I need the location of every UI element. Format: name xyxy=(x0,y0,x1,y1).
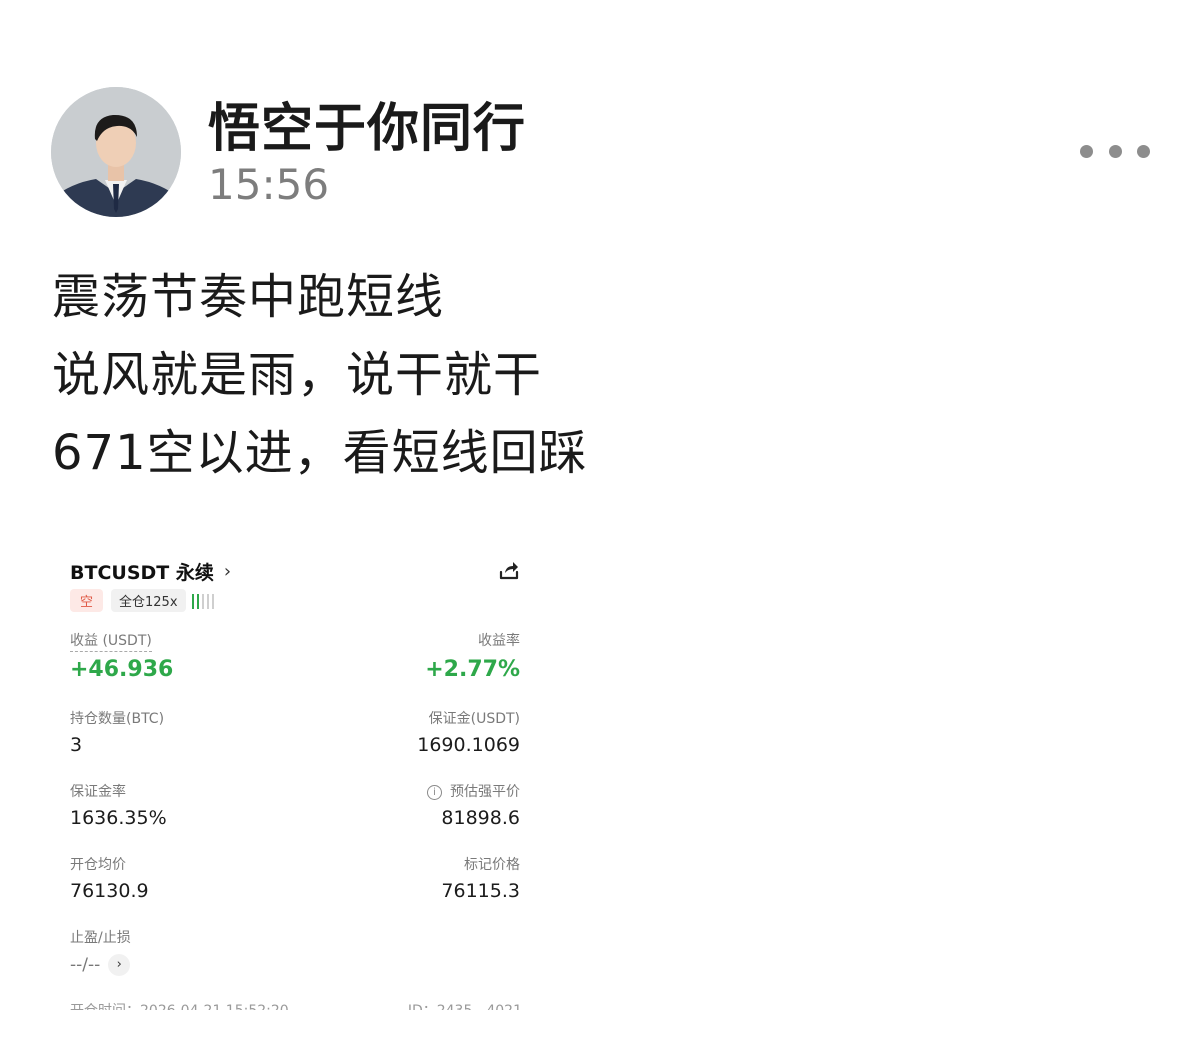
tpsl-value: --/-- xyxy=(70,955,101,975)
mark-price-label: 标记价格 xyxy=(464,857,520,873)
side-badge: 空 xyxy=(70,589,104,612)
liq-price-label-group[interactable]: i 预估强平价 xyxy=(427,781,520,801)
more-dot xyxy=(1080,144,1093,158)
risk-bar xyxy=(201,593,204,609)
info-icon[interactable]: i xyxy=(427,785,442,800)
margin-ratio-value: 1636.35% xyxy=(70,807,167,829)
entry-price-label: 开仓均价 xyxy=(70,857,126,873)
tpsl-row[interactable]: --/-- › xyxy=(70,954,131,976)
pnl-value: +46.936 xyxy=(70,657,174,682)
risk-bar xyxy=(206,593,209,609)
risk-bar xyxy=(196,593,199,609)
avatar[interactable] xyxy=(51,87,181,217)
post-line: 说风就是雨，说干就干 xyxy=(52,347,543,403)
position-id: ID：2435…4021 xyxy=(408,1000,522,1010)
roe-value: +2.77% xyxy=(425,657,520,682)
tpsl-label: 止盈/止损 xyxy=(70,930,131,946)
leverage-risk-icon xyxy=(191,593,217,609)
chevron-right-icon: › xyxy=(223,561,232,582)
username[interactable]: 悟空于你同行 xyxy=(208,86,526,161)
position-header[interactable]: BTCUSDT 永续 › xyxy=(70,558,231,585)
position-tags: 空 全仓125x xyxy=(70,589,217,612)
open-time: 开仓时间：2026-04-21 15:52:20 xyxy=(70,1000,289,1010)
entry-price-value: 76130.9 xyxy=(70,880,149,902)
position-footer: 开仓时间：2026-04-21 15:52:20 ID：2435…4021 xyxy=(70,1000,522,1010)
share-icon[interactable] xyxy=(497,558,521,582)
liq-price-value: 81898.6 xyxy=(441,807,520,829)
post-page: 悟空于你同行 15:56 震荡节奏中跑短线 说风就是雨，说干就干 671空以进，… xyxy=(0,0,1198,1049)
more-dot xyxy=(1137,144,1150,158)
more-icon[interactable] xyxy=(1080,138,1150,164)
post-text: 震荡节奏中跑短线 说风就是雨，说干就干 671空以进，看短线回踩 xyxy=(52,258,588,492)
position-card-image[interactable]: BTCUSDT 永续 › 空 全仓125x 收益 (USDT) 收益率 +46.… xyxy=(56,540,536,1010)
post-line: 震荡节奏中跑短线 xyxy=(52,269,445,325)
size-label: 持仓数量(BTC) xyxy=(70,711,165,727)
liq-price-label: 预估强平价 xyxy=(450,784,520,800)
margin-ratio-label: 保证金率 xyxy=(70,784,126,800)
size-value: 3 xyxy=(70,734,83,756)
pnl-label: 收益 (USDT) xyxy=(70,630,152,652)
margin-mode-badge: 全仓125x xyxy=(111,589,186,612)
post-line: 671空以进，看短线回踩 xyxy=(52,425,588,481)
margin-value: 1690.1069 xyxy=(417,734,520,756)
post-time: 15:56 xyxy=(208,160,330,209)
risk-bar xyxy=(191,593,194,609)
contract-symbol: BTCUSDT 永续 xyxy=(70,562,214,584)
more-dot xyxy=(1108,144,1122,158)
margin-label: 保证金(USDT) xyxy=(428,711,520,727)
risk-bar xyxy=(211,593,214,609)
roe-label: 收益率 xyxy=(478,633,520,649)
chevron-right-icon[interactable]: › xyxy=(108,954,131,976)
mark-price-value: 76115.3 xyxy=(441,880,520,902)
